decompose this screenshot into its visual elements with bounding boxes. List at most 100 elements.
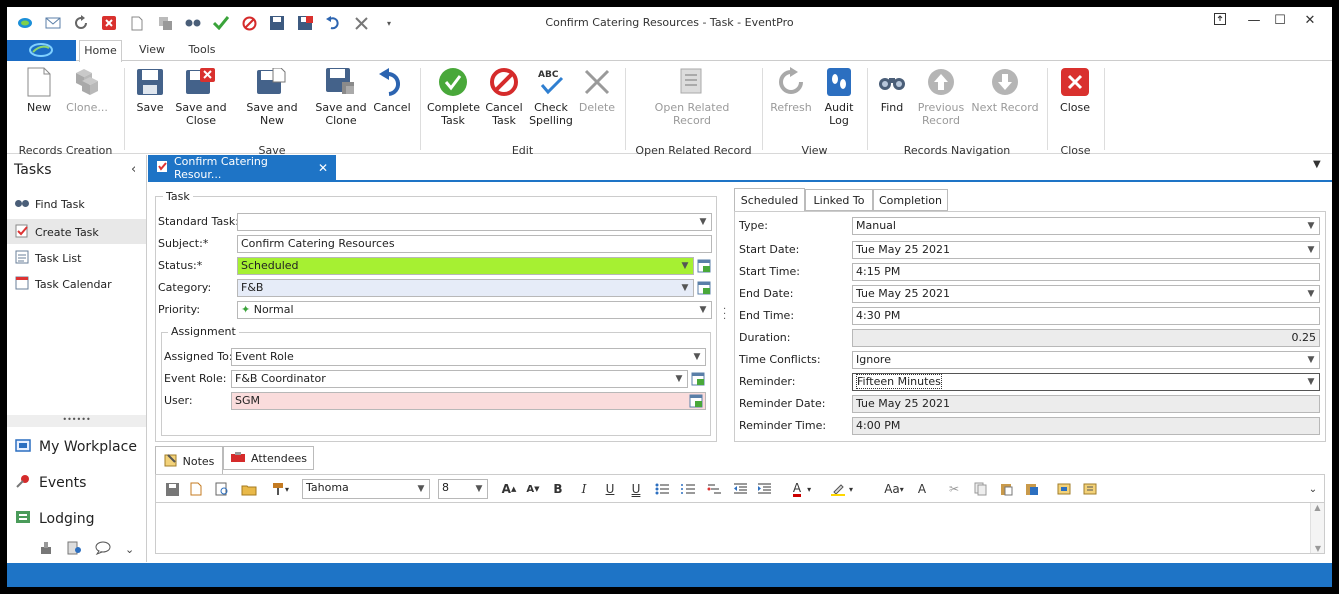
check-spelling-button[interactable]: ABC Check Spelling: [529, 66, 573, 127]
chat-icon[interactable]: [95, 541, 111, 558]
multilevel-list-icon[interactable]: [706, 480, 722, 498]
new-button[interactable]: New: [19, 66, 59, 114]
complete-task-button[interactable]: Complete Task: [427, 66, 480, 127]
type-select[interactable]: Manual ▼: [852, 217, 1320, 235]
underline-icon[interactable]: U: [602, 480, 618, 498]
minimize-button[interactable]: —: [1244, 13, 1264, 28]
chevron-down-icon[interactable]: ▼: [413, 481, 429, 497]
double-underline-icon[interactable]: U: [628, 480, 644, 498]
change-case-icon[interactable]: Aa ▾: [880, 480, 908, 498]
assigned-to-select[interactable]: Event Role ▼: [231, 348, 706, 366]
standard-task-select[interactable]: ▼: [237, 213, 712, 231]
save-button[interactable]: Save: [132, 66, 168, 114]
toolbar-overflow-icon[interactable]: ⌄: [1306, 480, 1320, 498]
sidebar-splitter[interactable]: ••••••: [7, 415, 146, 427]
grow-font-icon[interactable]: A ▲: [500, 480, 518, 498]
chevron-down-icon[interactable]: ▼: [695, 302, 711, 318]
application-menu-button[interactable]: [7, 40, 76, 61]
document-tab[interactable]: Confirm Catering Resour... ✕: [148, 155, 336, 181]
bullet-list-icon[interactable]: [654, 480, 670, 498]
save-and-new-button[interactable]: Save and New: [235, 66, 309, 127]
bold-icon[interactable]: B: [550, 480, 566, 498]
more-sections-icon[interactable]: ⌄: [125, 543, 134, 556]
font-size-select[interactable]: 8 ▼: [438, 479, 488, 499]
chevron-down-icon[interactable]: ▼: [471, 481, 487, 497]
refresh-button[interactable]: Refresh: [769, 66, 813, 114]
category-select[interactable]: F&B ▼: [237, 279, 694, 297]
chevron-down-icon[interactable]: ▼: [1303, 352, 1319, 368]
tab-notes[interactable]: Notes: [155, 446, 223, 475]
maximize-button[interactable]: ☐: [1270, 13, 1290, 28]
priority-select[interactable]: ✦ Normal ▼: [237, 301, 712, 319]
lookup-icon[interactable]: [697, 281, 711, 295]
end-time-input[interactable]: 4:30 PM: [852, 307, 1320, 325]
collapse-sidebar-icon[interactable]: ‹: [131, 162, 136, 177]
paste-icon[interactable]: [998, 480, 1014, 498]
tab-attendees[interactable]: Attendees: [223, 446, 314, 470]
numbered-list-icon[interactable]: [680, 480, 696, 498]
highlight-icon[interactable]: ▾: [828, 480, 856, 498]
chevron-down-icon[interactable]: ▼: [1303, 218, 1319, 234]
save-and-close-button[interactable]: Save and Close: [175, 66, 227, 127]
reminder-select[interactable]: Fifteen Minutes ▼: [852, 373, 1320, 391]
editor-scrollbar[interactable]: ▲ ▼: [1310, 503, 1324, 553]
previous-record-button[interactable]: Previous Record: [915, 66, 967, 127]
open-folder-icon[interactable]: [240, 480, 258, 498]
sidebar-item-find-task[interactable]: Find Task: [15, 198, 85, 211]
window-close-button[interactable]: ✕: [1300, 13, 1320, 28]
sidebar-item-task-list[interactable]: Task List: [15, 250, 81, 267]
decrease-indent-icon[interactable]: [732, 480, 748, 498]
paste-special-icon[interactable]: [1024, 480, 1040, 498]
chevron-down-icon[interactable]: ▼: [677, 280, 693, 296]
restore-icon[interactable]: [1210, 13, 1230, 29]
close-button[interactable]: Close: [1055, 66, 1095, 114]
contacts-icon[interactable]: [67, 541, 81, 558]
sidebar-item-task-calendar[interactable]: Task Calendar: [15, 276, 112, 293]
increase-indent-icon[interactable]: [756, 480, 772, 498]
italic-icon[interactable]: I: [576, 480, 592, 498]
clone-button[interactable]: Clone...: [64, 66, 110, 114]
sidebar-section-my-workplace[interactable]: My Workplace: [15, 437, 137, 457]
shrink-font-icon[interactable]: A ▼: [524, 480, 542, 498]
tab-scheduled[interactable]: Scheduled: [734, 188, 805, 212]
font-color-icon[interactable]: A ▾: [788, 480, 816, 498]
save-and-clone-button[interactable]: Save and Clone: [315, 66, 367, 127]
scroll-down-icon[interactable]: ▼: [1311, 544, 1325, 553]
print-preview-icon[interactable]: [214, 480, 230, 498]
sidebar-section-events[interactable]: Events: [15, 473, 86, 493]
scroll-up-icon[interactable]: ▲: [1311, 503, 1324, 512]
cut-icon[interactable]: ✂: [946, 480, 962, 498]
notes-editor[interactable]: ▲ ▼: [155, 502, 1325, 554]
tab-completion[interactable]: Completion: [873, 189, 948, 211]
tab-tools[interactable]: Tools: [183, 43, 221, 56]
chevron-down-icon[interactable]: ▼: [671, 371, 687, 387]
font-family-select[interactable]: Tahoma ▼: [302, 479, 430, 499]
tab-view[interactable]: View: [135, 43, 169, 56]
chevron-down-icon[interactable]: ▼: [1303, 242, 1319, 258]
chevron-down-icon[interactable]: ▼: [689, 349, 705, 365]
clear-formatting-icon[interactable]: A: [914, 480, 930, 498]
cancel-task-button[interactable]: Cancel Task: [484, 66, 524, 127]
chevron-down-icon[interactable]: ▼: [695, 214, 711, 230]
lookup-icon[interactable]: [691, 372, 705, 386]
close-tab-icon[interactable]: ✕: [318, 161, 328, 175]
start-date-picker[interactable]: Tue May 25 2021 ▼: [852, 241, 1320, 259]
resources-icon[interactable]: [39, 541, 53, 558]
event-role-select[interactable]: F&B Coordinator ▼: [231, 370, 688, 388]
find-button[interactable]: Find: [872, 66, 912, 114]
end-date-picker[interactable]: Tue May 25 2021 ▼: [852, 285, 1320, 303]
audit-log-button[interactable]: Audit Log: [819, 66, 859, 127]
save-icon[interactable]: [164, 480, 180, 498]
tab-list-dropdown-icon[interactable]: ▼: [1313, 159, 1321, 170]
status-select[interactable]: Scheduled ▼: [237, 257, 694, 275]
open-related-record-button[interactable]: Open Related Record: [647, 66, 737, 127]
insert-field-icon[interactable]: [1056, 480, 1072, 498]
cancel-button[interactable]: Cancel: [372, 66, 412, 114]
lookup-icon[interactable]: [697, 259, 711, 273]
insert-merge-icon[interactable]: [1082, 480, 1098, 498]
chevron-down-icon[interactable]: ▼: [677, 258, 693, 274]
user-input[interactable]: SGM: [231, 392, 706, 410]
next-record-button[interactable]: Next Record: [969, 66, 1041, 114]
subject-input[interactable]: Confirm Catering Resources: [237, 235, 712, 253]
lookup-icon[interactable]: [689, 394, 703, 408]
